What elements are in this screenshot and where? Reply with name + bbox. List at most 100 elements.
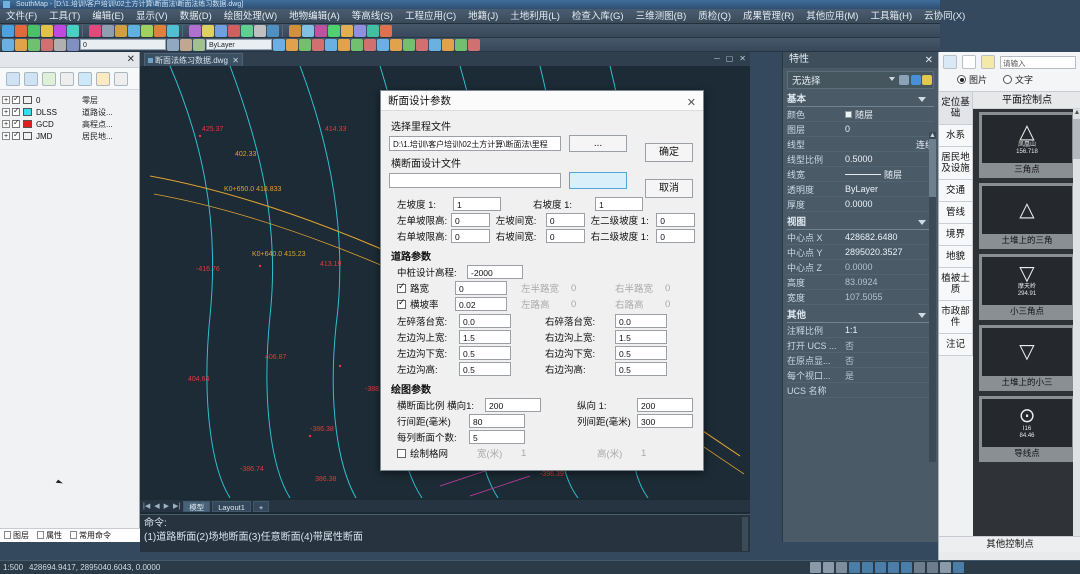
right-ditch-bottom-width-input[interactable]: 0.5 xyxy=(615,346,667,360)
toolbar-button-26[interactable] xyxy=(367,24,379,37)
layer-list-icon[interactable] xyxy=(60,71,74,86)
property-row[interactable]: 线型 连续 xyxy=(787,137,934,152)
per-column-input[interactable]: 5 xyxy=(469,430,525,444)
star-icon[interactable] xyxy=(981,55,995,69)
toolbar-button-1[interactable] xyxy=(15,24,27,37)
toolbar-button-15[interactable] xyxy=(215,24,227,37)
layer-row[interactable]: + JMD 居民地... xyxy=(2,130,137,142)
panel-tab-2[interactable]: 常用命令 xyxy=(70,530,111,541)
layer-toolbar-button-2[interactable] xyxy=(28,38,40,51)
menu-item-13[interactable]: 质检(Q) xyxy=(692,9,737,24)
symbol-category-tab-6[interactable]: 地貌 xyxy=(939,246,973,268)
left-second-slope-input[interactable]: 0 xyxy=(656,213,695,227)
symbol-card[interactable]: △ 土堆上的三角 xyxy=(979,183,1075,249)
property-row[interactable]: 每个视口... 是 xyxy=(787,368,934,383)
layer-color-swatch[interactable] xyxy=(23,120,32,128)
scroll-up-icon[interactable]: ▲ xyxy=(1073,109,1080,116)
toolbar2-button-6[interactable] xyxy=(351,38,363,51)
center-elevation-input[interactable]: -2000 xyxy=(467,265,523,279)
property-row[interactable]: 透明度 ByLayer xyxy=(787,182,934,197)
checkbox-icon[interactable] xyxy=(12,106,20,116)
property-row[interactable]: 中心点 X 428682.6480 xyxy=(787,230,934,245)
customize-icon[interactable] xyxy=(940,562,951,573)
checkbox-icon[interactable] xyxy=(12,130,20,140)
menu-item-8[interactable]: 工程应用(C) xyxy=(399,9,462,24)
right-limit-height-input[interactable]: 0 xyxy=(451,229,490,243)
layout-nav-first-icon[interactable]: |◀ xyxy=(142,502,151,510)
place-point-icon[interactable] xyxy=(943,55,957,69)
symbol-panel-footer[interactable]: 其他控制点 xyxy=(939,536,1080,552)
property-row[interactable]: 中心点 Y 2895020.3527 xyxy=(787,245,934,260)
toolbar-button-17[interactable] xyxy=(241,24,253,37)
symbol-category-tab-8[interactable]: 市政部件 xyxy=(939,301,973,334)
lineweight-icon[interactable] xyxy=(888,562,899,573)
left-slope-gap-input[interactable]: 0 xyxy=(545,213,585,227)
ortho-icon[interactable] xyxy=(836,562,847,573)
toolbar2-button-2[interactable] xyxy=(299,38,311,51)
toolbar-button-11[interactable] xyxy=(154,24,166,37)
menu-item-17[interactable]: 云协同(X) xyxy=(918,9,971,24)
toolbar2-button-3[interactable] xyxy=(312,38,324,51)
minimize-icon[interactable]: ─ xyxy=(714,54,720,63)
symbol-card[interactable]: ▽ 摩天岭 294.91 小三角点 xyxy=(979,254,1075,320)
menu-item-6[interactable]: 地物编辑(A) xyxy=(283,9,346,24)
browse-section-button[interactable] xyxy=(569,172,627,189)
symbol-category-tab-2[interactable]: 居民地及设施 xyxy=(939,147,973,180)
menu-item-10[interactable]: 土地利用(L) xyxy=(504,9,566,24)
left-ditch-bottom-width-input[interactable]: 0.5 xyxy=(459,346,511,360)
layer-color-swatch[interactable] xyxy=(23,108,32,116)
layer-row[interactable]: + GCD 高程点... xyxy=(2,118,137,130)
layout-nav-next-icon[interactable]: ▶ xyxy=(163,502,170,510)
symbol-card[interactable]: △ 凤凰山 156.718 三角点 xyxy=(979,112,1075,178)
draw-grid-checkbox[interactable]: 绘制格网 xyxy=(389,446,477,460)
left-limit-height-input[interactable]: 0 xyxy=(451,213,490,227)
right-second-slope-input[interactable]: 0 xyxy=(656,229,695,243)
polar-icon[interactable] xyxy=(849,562,860,573)
property-row[interactable]: 线型比例 0.5000 xyxy=(787,152,934,167)
toolbar2-button-10[interactable] xyxy=(403,38,415,51)
layout-tab-add[interactable]: + xyxy=(252,500,270,512)
right-slope-input[interactable]: 1 xyxy=(595,197,643,211)
toolbar-button-0[interactable] xyxy=(2,24,14,37)
right-berm-width-input[interactable]: 0.0 xyxy=(615,314,667,328)
menu-item-12[interactable]: 三维测图(B) xyxy=(630,9,693,24)
toolbar-button-6[interactable] xyxy=(89,24,101,37)
symbol-card[interactable]: ▽ 土堆上的小三 xyxy=(979,325,1075,391)
toolbar-button-2[interactable] xyxy=(28,24,40,37)
browse-elevation-button[interactable]: ... xyxy=(569,135,627,152)
toolbar-button-14[interactable] xyxy=(202,24,214,37)
symbol-search-input[interactable]: 请输入 xyxy=(1000,55,1076,69)
left-ditch-top-width-input[interactable]: 1.5 xyxy=(459,330,511,344)
symbol-category-tab-1[interactable]: 水系 xyxy=(939,125,973,147)
scrollbar-thumb[interactable] xyxy=(1073,119,1080,159)
toolbar-button-12[interactable] xyxy=(167,24,179,37)
toolbar-button-27[interactable] xyxy=(380,24,392,37)
road-width-checkbox[interactable]: 路宽 xyxy=(389,281,455,295)
toolbar2-button-12[interactable] xyxy=(429,38,441,51)
command-line-area[interactable]: 命令: (1)道路断面(2)场地断面(3)任意断面(4)带属性断面 xyxy=(140,514,750,552)
toolbar2-button-11[interactable] xyxy=(416,38,428,51)
layer-filter-icon[interactable] xyxy=(78,71,92,86)
cross-slope-checkbox[interactable]: 横坡率 xyxy=(389,297,455,311)
menu-item-16[interactable]: 工具箱(H) xyxy=(864,9,918,24)
layout-tab-layout1[interactable]: Layout1 xyxy=(212,500,251,512)
toolbar2-button-14[interactable] xyxy=(455,38,467,51)
layer-combo[interactable]: 0 xyxy=(80,39,166,50)
cross-slope-input[interactable]: 0.02 xyxy=(455,297,507,311)
toolbar2-button-9[interactable] xyxy=(390,38,402,51)
toolbar-button-13[interactable] xyxy=(189,24,201,37)
layout-nav-last-icon[interactable]: ▶| xyxy=(172,502,181,510)
symbol-category-tab-0[interactable]: 定位基础 xyxy=(939,92,973,125)
layer-toolbar-button-0[interactable] xyxy=(2,38,14,51)
expand-icon[interactable]: + xyxy=(2,120,10,128)
toolbar-button-24[interactable] xyxy=(341,24,353,37)
layer-extra-button-1[interactable] xyxy=(180,38,192,51)
property-row[interactable]: 线宽 随层 xyxy=(787,167,934,182)
layer-toolbar-button-5[interactable] xyxy=(67,38,79,51)
menu-item-1[interactable]: 工具(T) xyxy=(43,9,86,24)
properties-group-header-1[interactable]: 视图 xyxy=(787,215,934,230)
property-row[interactable]: 颜色 随层 xyxy=(787,107,934,122)
toolbar-button-25[interactable] xyxy=(354,24,366,37)
menu-item-4[interactable]: 数据(D) xyxy=(174,9,218,24)
scrollbar-thumb[interactable] xyxy=(929,139,936,197)
